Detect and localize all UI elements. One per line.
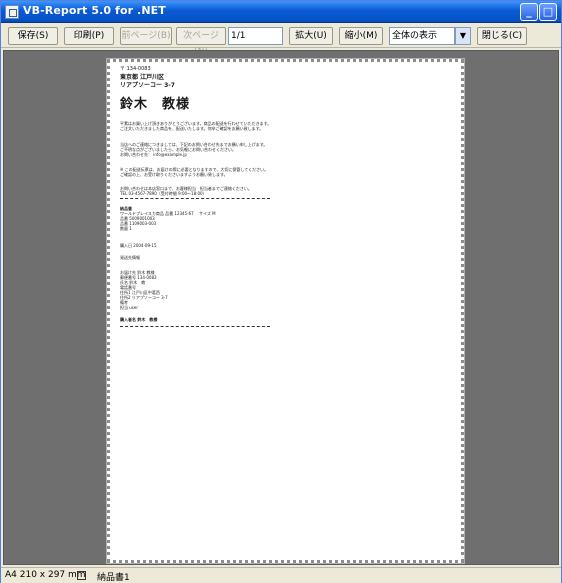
page-icon <box>77 571 86 580</box>
item-line: 数量 1 <box>120 226 132 231</box>
chevron-down-icon[interactable]: ▼ <box>455 27 471 45</box>
paragraph-line: ご確認の上、お受け取りくださいますようお願い致します。 <box>120 172 228 177</box>
purchase-date: 購入日 2004-09-15 <box>120 243 157 248</box>
sheet-name-label: 納品書1 <box>97 573 130 583</box>
title-bar[interactable]: VB-Report 5.0 for .NET _ □ <box>1 1 561 23</box>
divider <box>120 326 270 327</box>
shipping-heading: 発送先情報 <box>120 255 140 260</box>
postal-code: 〒 134-0083 <box>120 66 151 72</box>
window-title: VB-Report 5.0 for .NET <box>23 4 166 17</box>
paragraph-line: ご注文いただきました商品を、配送いたします。何卒ご確認をお願い致します。 <box>120 126 264 131</box>
close-button[interactable]: 閉じる(C) <box>477 27 527 45</box>
paper-size-label: A4 210 x 297 mm <box>5 570 86 580</box>
address-line2: リアプソーコー 3-7 <box>120 82 175 89</box>
paragraph-line: お問い合わせ先： info@example.jp <box>120 152 187 157</box>
contact-row: 担当 user <box>120 305 138 310</box>
page-preview: 〒 134-0083 東京都 江戸川区 リアプソーコー 3-7 鈴木 教様 平素… <box>106 58 465 564</box>
prev-page-button[interactable]: 前ページ(B) <box>120 27 172 45</box>
minimize-button[interactable]: _ <box>520 3 538 21</box>
save-button[interactable]: 保存(S) <box>8 27 58 45</box>
status-bar: A4 210 x 297 mm 納品書1 <box>1 567 561 583</box>
recipient-name: 鈴木 教様 <box>120 97 191 112</box>
zoom-out-button[interactable]: 縮小(M) <box>339 27 383 45</box>
app-icon <box>5 5 19 19</box>
maximize-button[interactable]: □ <box>539 3 557 21</box>
toolbar: 保存(S) 印刷(P) 前ページ(B) 次ページ(N) 1/1 拡大(U) 縮小… <box>1 24 561 57</box>
app-window: VB-Report 5.0 for .NET _ □ 保存(S) 印刷(P) 前… <box>0 0 562 583</box>
divider <box>120 198 270 199</box>
zoom-in-button[interactable]: 拡大(U) <box>289 27 333 45</box>
next-page-button[interactable]: 次ページ(N) <box>176 27 226 57</box>
print-button[interactable]: 印刷(P) <box>64 27 114 45</box>
zoom-select[interactable]: 全体の表示 <box>389 27 455 45</box>
signature-line: 購入者名 鈴木 教様 <box>120 317 158 322</box>
page-number-field[interactable]: 1/1 <box>228 27 283 45</box>
preview-area[interactable]: 〒 134-0083 東京都 江戸川区 リアプソーコー 3-7 鈴木 教様 平素… <box>3 50 559 565</box>
contact-line: TEL 03-4567-7890（受付時間 9:00〜18:00） <box>120 191 207 196</box>
